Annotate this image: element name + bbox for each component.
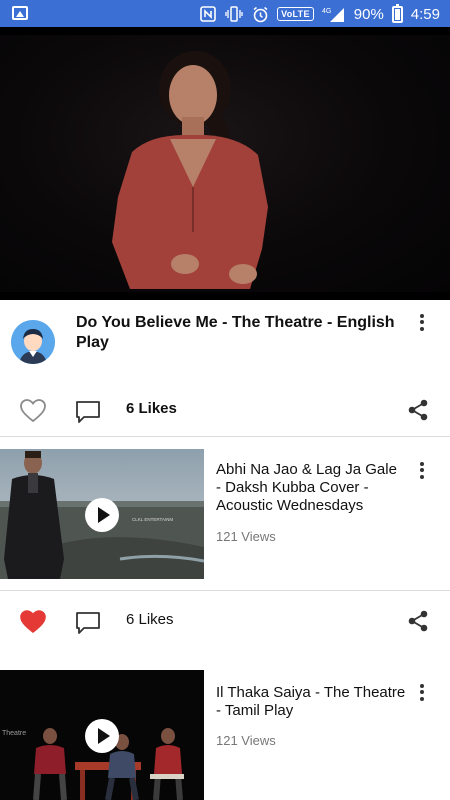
vibrate-icon [225,5,243,23]
nfc-icon [199,5,217,23]
feed-item-actions: 6 Likes [0,603,450,639]
like-heart-icon[interactable] [20,610,46,639]
video-title[interactable]: Abhi Na Jao & Lag Ja Gale - Daksh Kubba … [216,461,406,515]
battery-percent: 90% [353,5,384,23]
video-title[interactable]: Il Thaka Saiya - The Theatre - Tamil Pla… [216,684,406,720]
play-icon[interactable] [85,719,119,753]
share-icon[interactable] [406,609,430,638]
alarm-icon [251,5,269,23]
status-bar: VoLTE 4G 90% 4:59 [0,0,450,27]
more-options-icon[interactable] [410,680,434,704]
video-thumbnail[interactable]: Theatre [0,670,204,800]
performer-image [112,51,268,289]
more-options-icon[interactable] [410,310,434,334]
list-item[interactable]: Theatre Il Thaka Saiya - The Theatre - T… [0,660,450,800]
network-type-label: 4G [322,8,331,15]
gallery-notification-icon [12,6,28,20]
main-video-card: Do You Believe Me - The Theatre - Englis… [0,300,450,437]
likes-count: 6 Likes [126,611,174,628]
status-icons: VoLTE 4G 90% 4:59 [199,3,440,25]
signal-icon: 4G [322,5,346,23]
video-player[interactable] [0,27,450,300]
channel-avatar[interactable] [11,320,55,364]
main-video-actions: 6 Likes [0,392,450,428]
volte-badge: VoLTE [277,7,314,21]
share-icon[interactable] [406,398,430,427]
main-video-title[interactable]: Do You Believe Me - The Theatre - Englis… [76,313,396,353]
video-thumbnail[interactable]: CLKL ENTERTAINM [0,449,204,579]
thumbnail-watermark: CLKL ENTERTAINM [132,517,173,522]
more-options-icon[interactable] [410,458,434,482]
view-count: 121 Views [216,529,276,544]
view-count: 121 Views [216,733,276,748]
person-icon [11,320,55,364]
likes-count: 6 Likes [126,400,177,417]
play-icon[interactable] [85,498,119,532]
list-item[interactable]: CLKL ENTERTAINM Abhi Na Jao & Lag Ja Gal… [0,438,450,591]
thumbnail-watermark: Theatre [2,730,26,737]
comment-icon[interactable] [75,611,101,640]
battery-icon [391,3,403,23]
clock: 4:59 [410,5,440,23]
divider [0,590,450,591]
comment-icon[interactable] [75,400,101,429]
like-heart-icon[interactable] [20,399,46,428]
